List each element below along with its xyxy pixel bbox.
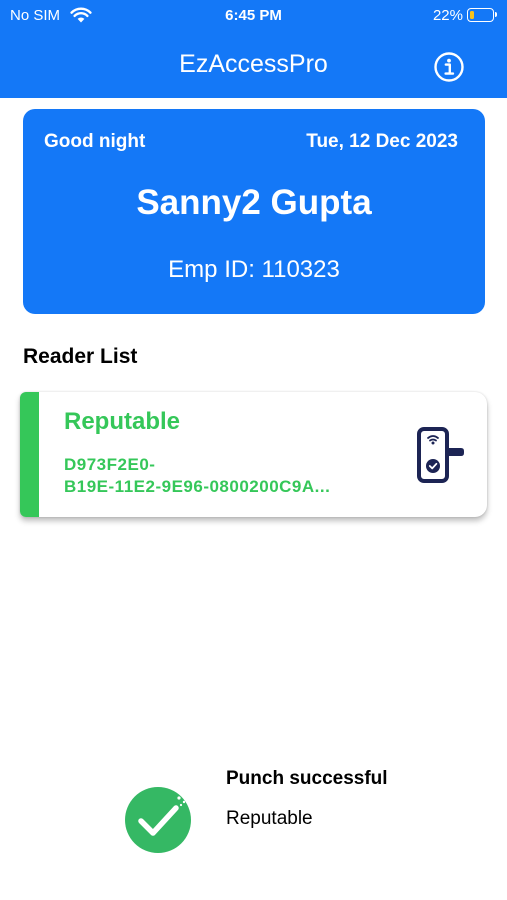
battery-level xyxy=(469,10,475,19)
reader-status-accent xyxy=(20,392,39,517)
clock: 6:45 PM xyxy=(225,7,282,24)
user-name: Sanny2 Gupta xyxy=(136,183,372,222)
reader-uuid: D973F2E0- B19E-11E2-9E96-0800200C9A... xyxy=(64,455,331,496)
status-bar: No SIM 6:45 PM 22% xyxy=(0,0,507,32)
check-circle-icon xyxy=(125,787,191,853)
reader-list-item[interactable]: Reputable D973F2E0- B19E-11E2-9E96-08002… xyxy=(20,392,487,517)
toast-subtitle: Reputable xyxy=(226,808,313,829)
smart-lock-icon xyxy=(417,427,464,483)
greeting-text: Good night xyxy=(44,131,146,152)
employee-id: Emp ID: 110323 xyxy=(168,256,340,283)
greeting-card: Good night Tue, 12 Dec 2023 Sanny2 Gupta… xyxy=(23,109,485,314)
battery-percent: 22% xyxy=(432,7,463,24)
current-date: Tue, 12 Dec 2023 xyxy=(306,131,458,152)
reader-list-title: Reader List xyxy=(23,345,138,368)
toast-title: Punch successful xyxy=(226,768,388,789)
info-icon[interactable] xyxy=(433,51,465,83)
reader-name: Reputable xyxy=(64,408,181,435)
app-title: EzAccessPro xyxy=(179,50,328,78)
app-header: No SIM 6:45 PM 22% EzAccessPro xyxy=(0,0,507,98)
battery-icon xyxy=(467,8,497,22)
